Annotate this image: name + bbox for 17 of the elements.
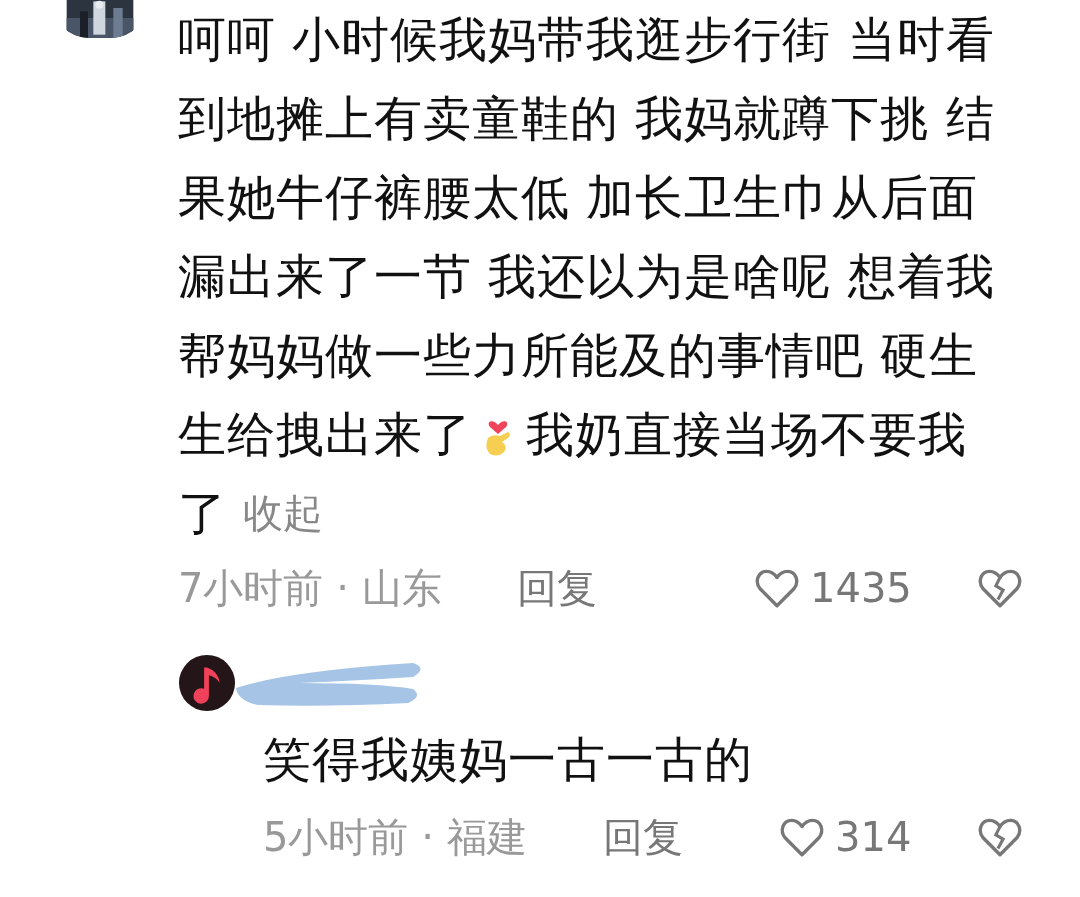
comment-text: 了 (178, 483, 227, 543)
like-count: 1435 (810, 565, 912, 611)
reply-link[interactable]: 回复 (603, 809, 777, 865)
comment-text: 漏出来了一节 我还以为是啥呢 想着我 (178, 246, 995, 306)
comment-text: 帮妈妈做一些力所能及的事情吧 硬生 (178, 325, 979, 385)
comment-text: 我奶直接当场不要我 (526, 404, 967, 464)
comment-text: 生给拽出来了 (178, 404, 472, 464)
like-count: 314 (835, 814, 912, 860)
time-location: 5小时前 · 福建 (263, 812, 528, 862)
comment-text: 果她牛仔裤腰太低 加长卫生巾从后面 (178, 167, 979, 227)
time-location: 7小时前 · 山东 (178, 563, 443, 613)
music-note-icon (178, 654, 236, 712)
comment-text: 呵呵 小时候我妈带我逛步行街 当时看 (178, 9, 995, 69)
comment-text: 笑得我姨妈一古一古的 (263, 729, 753, 789)
comment-text: 到地摊上有卖童鞋的 我妈就蹲下挑 结 (178, 88, 995, 148)
collapse-link[interactable]: 收起 (243, 486, 323, 541)
reply-link[interactable]: 回复 (517, 560, 752, 616)
